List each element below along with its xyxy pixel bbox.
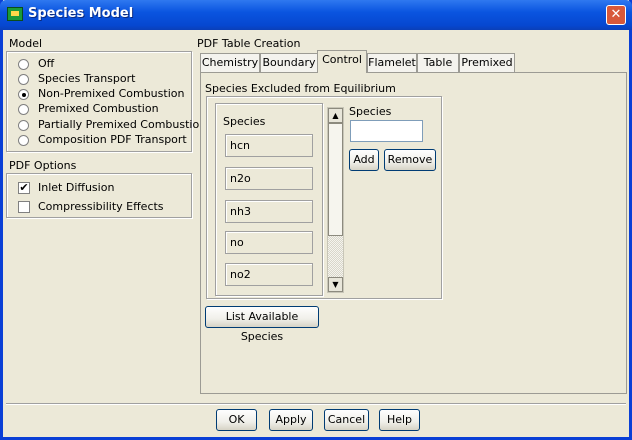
species-item-no2[interactable]: no2 xyxy=(225,263,313,286)
checkmark-icon: ✔ xyxy=(19,181,29,194)
scroll-up-button[interactable]: ▲ xyxy=(328,108,343,123)
scrollbar-thumb[interactable] xyxy=(328,123,343,236)
tab-table[interactable]: Table xyxy=(417,53,459,72)
footer-divider xyxy=(6,403,626,405)
species-item-n2o[interactable]: n2o xyxy=(225,167,313,190)
close-button[interactable]: ✕ xyxy=(606,5,626,25)
tab-control[interactable]: Control xyxy=(317,50,367,73)
species-item-no[interactable]: no xyxy=(225,231,313,254)
scrollbar-track[interactable] xyxy=(328,236,343,277)
title-bar[interactable]: Species Model ✕ xyxy=(0,0,632,30)
species-list-label: Species xyxy=(223,115,266,128)
radio-button[interactable] xyxy=(18,74,29,85)
species-model-dialog: Species Model ✕ Model Off Species Transp… xyxy=(0,0,632,440)
cancel-button[interactable]: Cancel xyxy=(324,409,369,431)
radio-button[interactable] xyxy=(18,59,29,70)
window-title: Species Model xyxy=(28,6,134,21)
species-item-nh3[interactable]: nh3 xyxy=(225,200,313,223)
app-icon xyxy=(7,7,23,21)
radio-button[interactable] xyxy=(18,120,29,131)
model-group: Off Species Transport Non-Premixed Combu… xyxy=(6,51,206,152)
radio-button[interactable] xyxy=(18,135,29,146)
help-button[interactable]: Help xyxy=(379,409,420,431)
remove-button[interactable]: Remove xyxy=(384,149,436,171)
pdf-options-label: PDF Options xyxy=(9,159,77,172)
species-input[interactable] xyxy=(350,120,423,142)
pdf-table-creation-label: PDF Table Creation xyxy=(197,37,301,50)
ok-button[interactable]: OK xyxy=(216,409,257,431)
species-list-scrollbar[interactable]: ▲ ▼ xyxy=(327,107,344,293)
radio-button-selected[interactable] xyxy=(18,89,29,100)
tab-boundary[interactable]: Boundary xyxy=(260,53,318,72)
tab-flamelet[interactable]: Flamelet xyxy=(367,53,417,72)
close-icon: ✕ xyxy=(610,7,622,22)
apply-button[interactable]: Apply xyxy=(269,409,313,431)
radio-button[interactable] xyxy=(18,104,29,115)
add-button[interactable]: Add xyxy=(349,149,379,171)
species-item-hcn[interactable]: hcn xyxy=(225,134,313,157)
model-label: Model xyxy=(9,37,43,50)
pdf-options-group: ✔ Inlet Diffusion Compressibility Effect… xyxy=(6,173,192,218)
list-available-species-button[interactable]: List Available Species xyxy=(205,306,319,343)
scroll-down-arrow-icon: ▼ xyxy=(332,280,339,289)
inlet-diffusion-checkbox[interactable]: ✔ xyxy=(18,182,30,194)
scroll-down-button[interactable]: ▼ xyxy=(328,277,343,292)
compressibility-checkbox[interactable] xyxy=(18,201,30,213)
species-excluded-label: Species Excluded from Equilibrium xyxy=(205,82,396,95)
tab-premixed[interactable]: Premixed xyxy=(459,53,515,72)
tab-chemistry[interactable]: Chemistry xyxy=(200,53,260,72)
species-input-label: Species xyxy=(349,105,392,118)
scroll-up-arrow-icon: ▲ xyxy=(332,111,339,120)
